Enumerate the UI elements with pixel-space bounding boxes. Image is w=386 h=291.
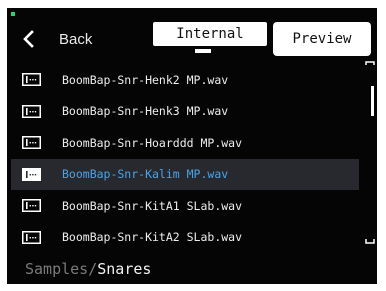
breadcrumb-parent[interactable]: Samples (25, 260, 88, 278)
back-label: Back (59, 30, 93, 48)
list-item-selected[interactable]: BoomBap-Snr-Kalim MP.wav (11, 158, 359, 190)
audio-file-icon (22, 167, 41, 181)
audio-file-icon (22, 104, 41, 118)
breadcrumb: Samples/Snares (25, 260, 151, 278)
audio-file-icon (22, 199, 41, 213)
file-list: BoomBap-Snr-Henk2 MP.wav BoomBap-Snr-Hen… (7, 64, 359, 253)
tab-internal[interactable]: Internal (153, 22, 267, 46)
list-item[interactable]: BoomBap-Snr-Henk2 MP.wav (7, 64, 359, 96)
file-name: BoomBap-Snr-Henk3 MP.wav (62, 104, 229, 119)
audio-file-icon (22, 73, 41, 87)
chevron-left-icon (23, 30, 34, 48)
scroll-bottom-bracket (365, 239, 375, 244)
file-name: BoomBap-Snr-Henk2 MP.wav (62, 72, 229, 87)
audio-file-icon (22, 136, 41, 150)
scroll-top-bracket (365, 61, 375, 65)
file-name: BoomBap-Snr-Hoarddd MP.wav (62, 135, 243, 150)
file-name: BoomBap-Snr-Kalim MP.wav (62, 167, 229, 182)
list-item[interactable]: BoomBap-Snr-Henk3 MP.wav (7, 96, 359, 128)
list-item[interactable]: BoomBap-Snr-KitA2 SLab.wav (7, 222, 359, 254)
breadcrumb-separator: / (88, 260, 98, 278)
device-screen: Back Internal Preview BoomBap-Snr-Henk2 … (7, 8, 377, 284)
preview-button[interactable]: Preview (273, 22, 371, 56)
scrollbar-thumb[interactable] (371, 86, 374, 116)
tab-active-indicator (195, 49, 211, 53)
status-led (11, 12, 15, 16)
file-name: BoomBap-Snr-KitA1 SLab.wav (62, 198, 243, 213)
file-name: BoomBap-Snr-KitA2 SLab.wav (62, 230, 243, 245)
list-item[interactable]: BoomBap-Snr-Hoarddd MP.wav (7, 127, 359, 159)
breadcrumb-current: Snares (97, 260, 152, 278)
back-button[interactable]: Back (21, 26, 92, 52)
audio-file-icon (22, 230, 41, 244)
list-item[interactable]: BoomBap-Snr-KitA1 SLab.wav (7, 190, 359, 222)
